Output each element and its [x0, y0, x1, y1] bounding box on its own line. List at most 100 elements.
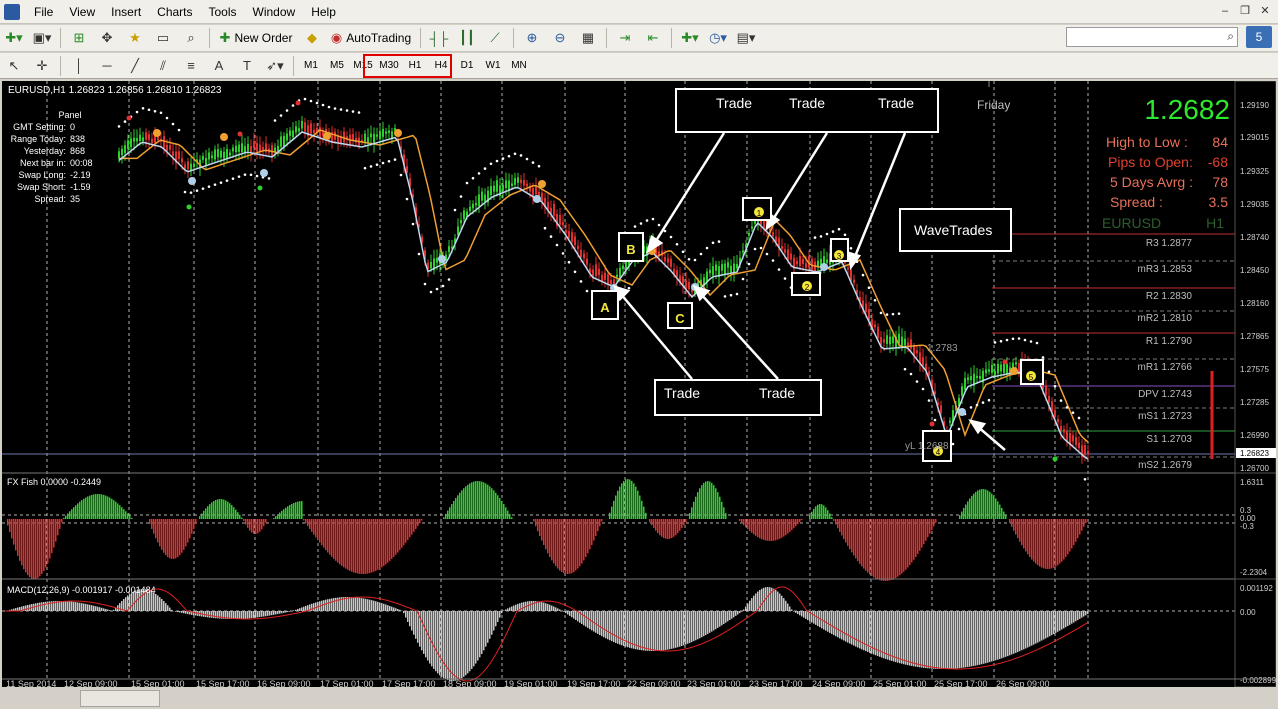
fish-bar [661, 519, 663, 537]
terminal-icon[interactable]: ▭ [151, 27, 175, 49]
sar-dot [555, 243, 559, 247]
autotrading-button[interactable]: ◉ AutoTrading [328, 27, 414, 49]
macd-bar [185, 611, 187, 614]
menu-tools[interactable]: Tools [201, 5, 245, 19]
fish-bar [151, 519, 153, 529]
menu-file[interactable]: File [26, 5, 61, 19]
fish-bar [587, 519, 589, 554]
notifications-badge[interactable]: 5 [1246, 26, 1272, 48]
strategy-tester-icon[interactable]: ⌕ [179, 27, 203, 49]
sar-dot [273, 119, 277, 122]
macd-bar [205, 611, 207, 618]
macd-bar [349, 597, 351, 611]
chart-window[interactable]: EURUSD,H1 1.26823 1.26856 1.26810 1.2682… [2, 81, 1276, 687]
search-input[interactable] [1066, 27, 1238, 47]
pivot-label: DPV 1.2743 [1138, 389, 1192, 400]
tf-mn[interactable]: MN [506, 56, 532, 76]
candle-body [313, 129, 315, 134]
menu-window[interactable]: Window [245, 5, 304, 19]
chart-tab[interactable] [80, 690, 160, 707]
candle-body [790, 253, 792, 260]
bar-chart-icon[interactable]: ┤├ [427, 27, 451, 49]
metaeditor-icon[interactable]: ◆ [300, 27, 324, 49]
fish-bar [449, 507, 451, 519]
macd-bar [209, 611, 211, 618]
fish-bar [257, 519, 259, 534]
macd-bar [383, 603, 385, 611]
trendline-icon[interactable]: ╱ [123, 55, 147, 77]
text-icon[interactable]: A [207, 55, 231, 77]
macd-bar [831, 611, 833, 635]
profiles-icon[interactable]: ▣▾ [30, 27, 54, 49]
sar-dot [267, 177, 271, 180]
periods-icon[interactable]: ◷▾ [706, 27, 730, 49]
menu-insert[interactable]: Insert [103, 5, 149, 19]
sar-dot [783, 277, 787, 280]
chart-shift-icon[interactable]: ⇥ [613, 27, 637, 49]
macd-bar [1059, 611, 1061, 631]
chart-canvas[interactable]: EURUSD,H1 1.26823 1.26856 1.26810 1.2682… [2, 81, 1276, 687]
menu-help[interactable]: Help [303, 5, 344, 19]
candle-body [802, 258, 804, 264]
candle-body [232, 147, 234, 152]
macd-bar [649, 611, 651, 651]
macd-bar [735, 611, 737, 616]
sar-dot [861, 273, 865, 277]
autoscroll-icon[interactable]: ⇤ [641, 27, 665, 49]
fish-bar [371, 519, 373, 573]
fish-bar [1049, 519, 1051, 569]
equidistant-channel-icon[interactable]: ⫽ [151, 55, 175, 77]
sar-dot [711, 241, 715, 245]
macd-bar [207, 611, 209, 618]
tf-m5[interactable]: M5 [324, 56, 350, 76]
candle-body [568, 231, 570, 238]
fibonacci-icon[interactable]: ≡ [179, 55, 203, 77]
tf-m1[interactable]: M1 [298, 56, 324, 76]
macd-bar [499, 611, 501, 618]
candlestick-icon[interactable]: ┃┃ [455, 27, 479, 49]
macd-bar [1001, 611, 1003, 659]
zoom-in-icon[interactable]: ⊕ [520, 27, 544, 49]
candle-body [1078, 442, 1080, 449]
tf-w1[interactable]: W1 [480, 56, 506, 76]
indicators-icon[interactable]: ✚▾ [678, 27, 702, 49]
arrows-icon[interactable]: ➶▾ [263, 55, 287, 77]
zoom-out-icon[interactable]: ⊖ [548, 27, 572, 49]
candle-body [523, 180, 525, 186]
new-order-button[interactable]: ✚ New Order [216, 27, 296, 49]
fish-bar [845, 519, 847, 543]
search-icon[interactable]: ⌕ [1227, 29, 1234, 44]
vertical-line-icon[interactable]: │ [67, 55, 91, 77]
line-chart-icon[interactable]: ⟋ [483, 27, 507, 49]
candle-body [772, 232, 774, 236]
crosshair-icon[interactable]: ✛ [30, 55, 54, 77]
sar-dot [1071, 411, 1075, 414]
current-price-tick: 1.26823 [1240, 449, 1269, 458]
tile-windows-icon[interactable]: ▦ [576, 27, 600, 49]
macd-bar [601, 611, 603, 637]
menu-view[interactable]: View [61, 5, 103, 19]
market-watch-icon[interactable]: ⊞ [67, 27, 91, 49]
fish-bar [847, 519, 849, 546]
data-window-icon[interactable]: ✥ [95, 27, 119, 49]
text-label-icon[interactable]: T [235, 55, 259, 77]
macd-bar [571, 611, 573, 618]
close-icon[interactable]: ✕ [1256, 3, 1274, 19]
cursor-icon[interactable]: ↖ [2, 55, 26, 77]
minimize-icon[interactable]: ‒ [1216, 3, 1234, 19]
macd-bar [493, 611, 495, 631]
menu-charts[interactable]: Charts [149, 5, 200, 19]
fish-bar [621, 483, 623, 519]
candle-body [472, 203, 474, 209]
templates-icon[interactable]: ▤▾ [734, 27, 758, 49]
candle-body [724, 263, 726, 275]
navigator-icon[interactable]: ★ [123, 27, 147, 49]
horizontal-line-icon[interactable]: ─ [95, 55, 119, 77]
restore-icon[interactable]: ❐ [1236, 3, 1254, 19]
tf-d1[interactable]: D1 [454, 56, 480, 76]
new-chart-icon[interactable]: ✚▾ [2, 27, 26, 49]
macd-bar [545, 603, 547, 611]
sar-dot [537, 164, 541, 168]
macd-bar [945, 611, 947, 669]
macd-bar [369, 599, 371, 611]
